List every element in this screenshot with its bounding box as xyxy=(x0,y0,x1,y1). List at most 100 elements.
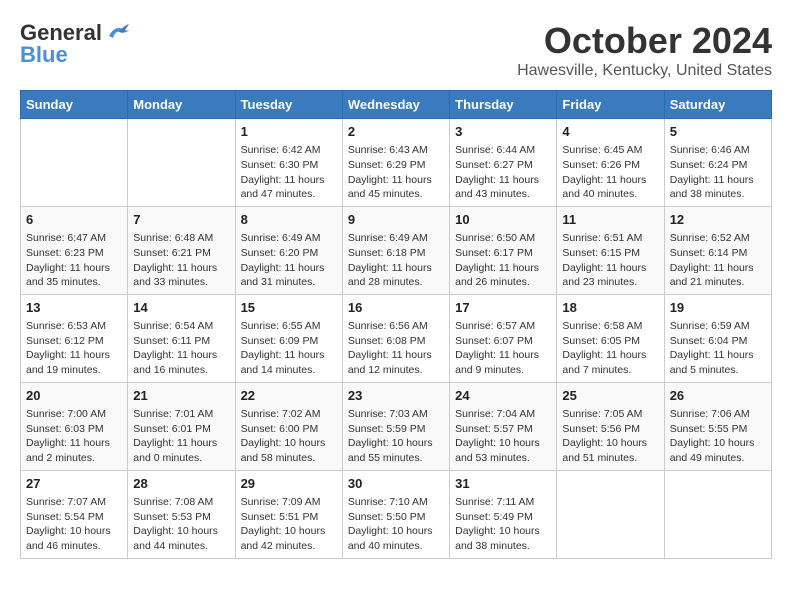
day-info: Sunset: 5:54 PM xyxy=(26,510,122,525)
calendar-cell: 10Sunrise: 6:50 AMSunset: 6:17 PMDayligh… xyxy=(450,206,557,294)
day-info: Daylight: 11 hours and 31 minutes. xyxy=(241,261,337,290)
day-info: Daylight: 11 hours and 12 minutes. xyxy=(348,348,444,377)
day-info: Daylight: 11 hours and 26 minutes. xyxy=(455,261,551,290)
day-number: 26 xyxy=(670,387,766,405)
calendar-cell xyxy=(664,470,771,558)
day-info: Daylight: 11 hours and 28 minutes. xyxy=(348,261,444,290)
day-number: 31 xyxy=(455,475,551,493)
calendar-cell: 4 Sunrise: 6:45 AMSunset: 6:26 PMDaylight… xyxy=(557,119,664,207)
calendar-cell: 27Sunrise: 7:07 AMSunset: 5:54 PMDayligh… xyxy=(21,470,128,558)
day-number: 11 xyxy=(562,211,658,229)
day-number: 16 xyxy=(348,299,444,317)
day-number: 12 xyxy=(670,211,766,229)
calendar-cell: 9Sunrise: 6:49 AMSunset: 6:18 PMDaylight… xyxy=(342,206,449,294)
day-info: Sunrise: 6:42 AM xyxy=(241,143,337,158)
calendar-cell: 22Sunrise: 7:02 AMSunset: 6:00 PMDayligh… xyxy=(235,382,342,470)
day-info: Sunrise: 7:08 AM xyxy=(133,495,229,510)
day-number: 21 xyxy=(133,387,229,405)
week-row-1: 1Sunrise: 6:42 AMSunset: 6:30 PMDaylight… xyxy=(21,119,772,207)
day-number: 13 xyxy=(26,299,122,317)
day-number: 6 xyxy=(26,211,122,229)
calendar-cell: 21Sunrise: 7:01 AMSunset: 6:01 PMDayligh… xyxy=(128,382,235,470)
day-info: Sunrise: 6:43 AM xyxy=(348,143,444,158)
day-info: Daylight: 11 hours and 5 minutes. xyxy=(670,348,766,377)
calendar-cell: 18Sunrise: 6:58 AMSunset: 6:05 PMDayligh… xyxy=(557,294,664,382)
day-info: Sunrise: 6:56 AM xyxy=(348,319,444,334)
day-info: Daylight: 11 hours and 2 minutes. xyxy=(26,436,122,465)
day-number: 18 xyxy=(562,299,658,317)
calendar-cell: 24Sunrise: 7:04 AMSunset: 5:57 PMDayligh… xyxy=(450,382,557,470)
calendar-cell: 28Sunrise: 7:08 AMSunset: 5:53 PMDayligh… xyxy=(128,470,235,558)
day-info: Sunrise: 7:10 AM xyxy=(348,495,444,510)
day-info: Daylight: 11 hours and 33 minutes. xyxy=(133,261,229,290)
day-info: Sunrise: 6:53 AM xyxy=(26,319,122,334)
day-info: Sunset: 6:07 PM xyxy=(455,334,551,349)
day-info: Sunrise: 6:50 AM xyxy=(455,231,551,246)
day-info: Sunset: 6:11 PM xyxy=(133,334,229,349)
calendar-cell: 30Sunrise: 7:10 AMSunset: 5:50 PMDayligh… xyxy=(342,470,449,558)
day-info: Sunrise: 7:04 AM xyxy=(455,407,551,422)
logo: General Blue xyxy=(20,20,133,68)
weekday-header-sunday: Sunday xyxy=(21,91,128,119)
weekday-header-wednesday: Wednesday xyxy=(342,91,449,119)
calendar-cell: 14Sunrise: 6:54 AMSunset: 6:11 PMDayligh… xyxy=(128,294,235,382)
day-info: Sunset: 6:26 PM xyxy=(562,158,658,173)
day-info: Sunrise: 7:07 AM xyxy=(26,495,122,510)
week-row-3: 13 Sunrise: 6:53 AMSunset: 6:12 PM Dayligh… xyxy=(21,294,772,382)
calendar-cell: 23Sunrise: 7:03 AMSunset: 5:59 PMDayligh… xyxy=(342,382,449,470)
calendar-cell: 13Sunrise: 6:53 AMSunset: 6:12 PMDayligh… xyxy=(21,294,128,382)
day-info: Sunset: 6:08 PM xyxy=(348,334,444,349)
day-info: Sunset: 6:27 PM xyxy=(455,158,551,173)
calendar-cell: 5Sunrise: 6:46 AMSunset: 6:24 PMDaylight… xyxy=(664,119,771,207)
title-block: October 2024 Hawesville, Kentucky, Unite… xyxy=(517,20,772,80)
calendar-cell: 31Sunrise: 7:11 AMSunset: 5:49 PMDayligh… xyxy=(450,470,557,558)
day-info: Sunset: 5:56 PM xyxy=(562,422,658,437)
day-info: Sunset: 5:50 PM xyxy=(348,510,444,525)
day-info: Sunset: 6:21 PM xyxy=(133,246,229,261)
day-info: Sunrise: 7:00 AM xyxy=(26,407,122,422)
week-row-2: 6Sunrise: 6:47 AMSunset: 6:23 PMDaylight… xyxy=(21,206,772,294)
day-number: 15 xyxy=(241,299,337,317)
calendar-cell: 2Sunrise: 6:43 AMSunset: 6:29 PMDaylight… xyxy=(342,119,449,207)
day-number: 29 xyxy=(241,475,337,493)
logo-blue: Blue xyxy=(20,42,68,68)
day-number: 1 xyxy=(241,123,337,141)
calendar-cell xyxy=(21,119,128,207)
calendar-cell: 29Sunrise: 7:09 AMSunset: 5:51 PMDayligh… xyxy=(235,470,342,558)
day-info: Daylight: 11 hours and 43 minutes. xyxy=(455,173,551,202)
day-number: 25 xyxy=(562,387,658,405)
day-info: Daylight: 10 hours and 38 minutes. xyxy=(455,524,551,553)
day-info: Daylight: 10 hours and 42 minutes. xyxy=(241,524,337,553)
day-info: Sunrise: 6:45 AM xyxy=(562,143,658,158)
day-info: Daylight: 10 hours and 51 minutes. xyxy=(562,436,658,465)
day-info: Daylight: 11 hours and 47 minutes. xyxy=(241,173,337,202)
day-number: 4 xyxy=(562,123,658,141)
calendar-cell: 17Sunrise: 6:57 AMSunset: 6:07 PMDayligh… xyxy=(450,294,557,382)
day-info: Sunset: 6:09 PM xyxy=(241,334,337,349)
day-info: Sunset: 6:29 PM xyxy=(348,158,444,173)
day-info: Daylight: 10 hours and 55 minutes. xyxy=(348,436,444,465)
day-info: Daylight: 11 hours and 0 minutes. xyxy=(133,436,229,465)
calendar-cell: 12Sunrise: 6:52 AMSunset: 6:14 PMDayligh… xyxy=(664,206,771,294)
day-info: Sunset: 6:20 PM xyxy=(241,246,337,261)
week-row-4: 20Sunrise: 7:00 AMSunset: 6:03 PMDayligh… xyxy=(21,382,772,470)
day-info: Daylight: 11 hours and 38 minutes. xyxy=(670,173,766,202)
day-info: Sunrise: 6:55 AM xyxy=(241,319,337,334)
day-info: Daylight: 11 hours and 40 minutes. xyxy=(562,173,658,202)
day-info: Sunset: 6:12 PM xyxy=(26,334,122,349)
day-info: Sunrise: 6:51 AM xyxy=(562,231,658,246)
day-info: Sunset: 5:59 PM xyxy=(348,422,444,437)
calendar-cell: 25Sunrise: 7:05 AMSunset: 5:56 PMDayligh… xyxy=(557,382,664,470)
day-info: Sunset: 6:05 PM xyxy=(562,334,658,349)
day-info: Daylight: 10 hours and 46 minutes. xyxy=(26,524,122,553)
day-info: Daylight: 11 hours and 9 minutes. xyxy=(455,348,551,377)
calendar-cell: 15Sunrise: 6:55 AMSunset: 6:09 PMDayligh… xyxy=(235,294,342,382)
day-info: Sunset: 6:18 PM xyxy=(348,246,444,261)
day-info: Sunrise: 6:49 AM xyxy=(241,231,337,246)
day-info: Sunset: 6:00 PM xyxy=(241,422,337,437)
day-info: Sunrise: 6:46 AM xyxy=(670,143,766,158)
weekday-header-saturday: Saturday xyxy=(664,91,771,119)
calendar-cell: 26Sunrise: 7:06 AMSunset: 5:55 PMDayligh… xyxy=(664,382,771,470)
weekday-header-friday: Friday xyxy=(557,91,664,119)
day-number: 3 xyxy=(455,123,551,141)
